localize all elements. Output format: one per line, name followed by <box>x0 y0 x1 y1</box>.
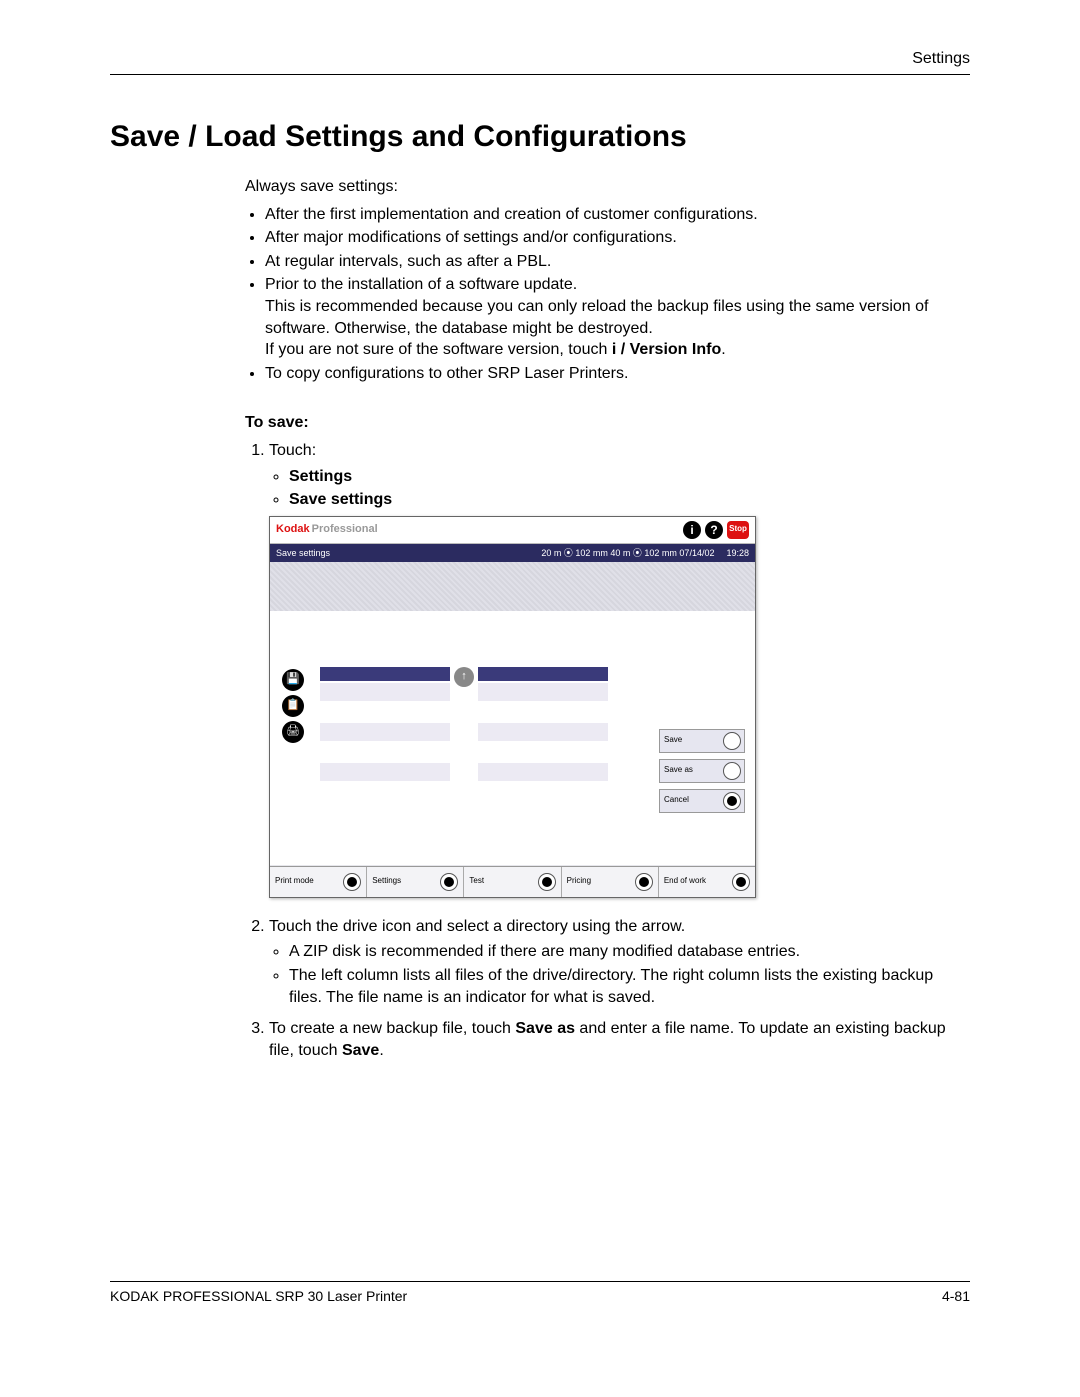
bullet-item: After the first implementation and creat… <box>265 204 970 226</box>
settings-button[interactable]: Settings <box>367 867 464 897</box>
brand-kodak: Kodak <box>276 522 310 537</box>
help-icon[interactable]: ? <box>705 521 723 539</box>
intro-text: Always save settings: <box>245 176 970 198</box>
save-as-button[interactable]: Save as <box>659 759 745 783</box>
save-button[interactable]: Save <box>659 729 745 753</box>
to-save-heading: To save: <box>245 414 309 431</box>
clipboard-icon[interactable]: 📋 <box>282 695 304 717</box>
bullet-item: After major modifications of settings an… <box>265 227 970 249</box>
info-icon[interactable]: i <box>683 521 701 539</box>
embedded-screenshot: Kodak Professional i ? Stop Save setting… <box>269 516 756 898</box>
bullet-item: Prior to the installation of a software … <box>265 274 970 360</box>
step-item: Touch: Settings Save settings Kodak Prof… <box>269 440 970 898</box>
stop-button[interactable]: Stop <box>727 521 749 539</box>
bullet-item: To copy configurations to other SRP Lase… <box>265 363 970 385</box>
bullet-subnote: This is recommended because you can only… <box>265 296 970 339</box>
left-file-column[interactable] <box>320 667 450 783</box>
time-text: 19:28 <box>726 547 749 559</box>
brand-professional: Professional <box>312 522 378 537</box>
test-button[interactable]: Test <box>464 867 561 897</box>
footer-product: KODAK PROFESSIONAL SRP 30 Laser Printer <box>110 1288 407 1304</box>
printer-icon[interactable]: 🖨 <box>282 721 304 743</box>
status-text: 20 m ⦿ 102 mm 40 m ⦿ 102 mm 07/14/02 <box>541 547 714 559</box>
step-item: To create a new backup file, touch Save … <box>269 1018 970 1061</box>
step-sub-item: Settings <box>289 466 970 488</box>
step-sub-item: Save settings <box>289 489 970 511</box>
footer-page-number: 4-81 <box>942 1288 970 1304</box>
end-of-work-button[interactable]: End of work <box>659 867 755 897</box>
step-item: Touch the drive icon and select a direct… <box>269 916 970 1008</box>
bullet-item: At regular intervals, such as after a PB… <box>265 251 970 273</box>
page-header-section: Settings <box>110 50 970 75</box>
cancel-button[interactable]: Cancel <box>659 789 745 813</box>
disk-icon[interactable]: 💾 <box>282 669 304 691</box>
step-sub-item: The left column lists all files of the d… <box>289 965 970 1008</box>
page-title: Save / Load Settings and Configurations <box>110 120 970 154</box>
right-backup-column[interactable] <box>478 667 608 783</box>
pricing-button[interactable]: Pricing <box>562 867 659 897</box>
bullet-subnote: If you are not sure of the software vers… <box>265 339 970 361</box>
screen-title: Save settings <box>276 547 330 559</box>
print-mode-button[interactable]: Print mode <box>270 867 367 897</box>
step-sub-item: A ZIP disk is recommended if there are m… <box>289 941 970 963</box>
up-arrow-icon[interactable]: ↑ <box>454 667 474 687</box>
